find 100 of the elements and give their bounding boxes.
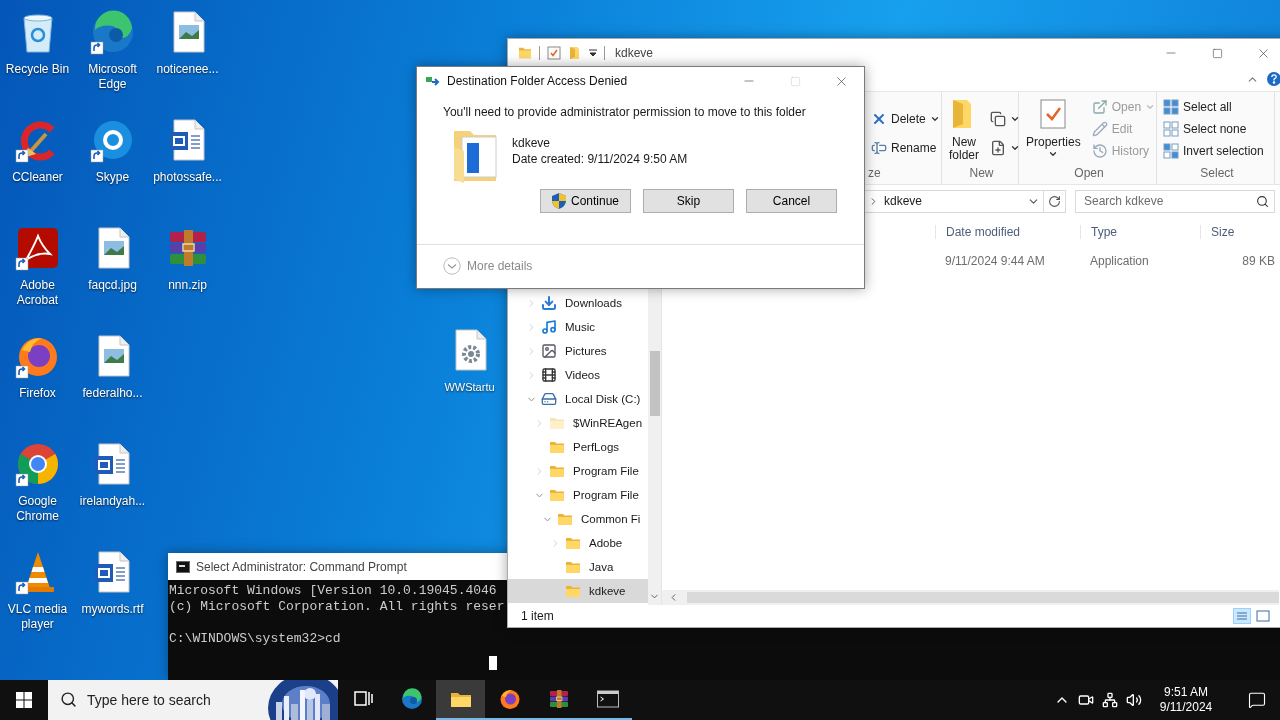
search-icon bbox=[1256, 194, 1269, 208]
column-header[interactable]: Type bbox=[1080, 225, 1200, 239]
group-label: ze bbox=[867, 165, 882, 182]
desktop-icon-label[interactable]: WWStartu bbox=[444, 380, 495, 395]
dialog-button[interactable]: Continue bbox=[540, 189, 631, 213]
ribbon-button[interactable]: Select none bbox=[1161, 118, 1266, 140]
tree-item[interactable]: Common Fi bbox=[508, 507, 648, 531]
rename-icon bbox=[871, 140, 887, 156]
ribbon-button[interactable]: Rename bbox=[869, 137, 942, 159]
image-icon bbox=[541, 343, 557, 359]
refresh-button[interactable] bbox=[1044, 189, 1066, 213]
tree-item[interactable]: kdkeve bbox=[508, 579, 648, 603]
table-cell-text: Application bbox=[1089, 254, 1150, 268]
group-label: Open bbox=[1073, 165, 1105, 182]
clock[interactable]: 9:51 AM 9/11/2024 bbox=[1150, 685, 1222, 715]
ribbon-button[interactable]: New folder bbox=[946, 96, 982, 164]
dialog-button[interactable]: Cancel bbox=[746, 189, 837, 213]
desktop-icon-label[interactable]: CCleaner bbox=[0, 170, 75, 185]
group-label: Select bbox=[1199, 165, 1235, 182]
tree-item[interactable]: Program File bbox=[508, 483, 648, 507]
scrollbar[interactable] bbox=[662, 590, 1279, 605]
tree-item[interactable]: Downloads bbox=[508, 291, 648, 315]
desktop-icon-label[interactable]: irelandyah... bbox=[75, 494, 150, 509]
folder-icon bbox=[557, 511, 573, 527]
help-icon[interactable] bbox=[1267, 72, 1280, 86]
table-cell-text: 89 KB bbox=[1241, 254, 1276, 268]
search-field[interactable]: Type here to search bbox=[48, 680, 262, 720]
console-text: Microsoft Windows [Version 10.0.19045.4046 bbox=[169, 583, 497, 599]
column-header[interactable]: Date modified bbox=[935, 225, 1080, 239]
group-label: New bbox=[968, 165, 995, 182]
search-icon bbox=[60, 691, 77, 708]
desktop-icon-label[interactable]: mywords.rtf bbox=[75, 602, 150, 617]
desktop-icon-label[interactable]: noticenee... bbox=[150, 62, 225, 77]
item-detail: Date created: 9/11/2024 9:50 AM bbox=[512, 151, 688, 166]
windows-logo-icon bbox=[16, 692, 32, 708]
scrollbar-thumb[interactable] bbox=[649, 351, 660, 416]
desktop-icon-label[interactable]: nnn.zip bbox=[150, 278, 225, 293]
desktop-icon-label[interactable]: Google Chrome bbox=[0, 494, 75, 524]
dropdown-arrow-icon[interactable] bbox=[589, 49, 597, 57]
maximize-icon bbox=[1211, 47, 1223, 59]
grid-icon bbox=[1163, 143, 1179, 159]
tree-item[interactable]: Adobe bbox=[508, 531, 648, 555]
properties-icon[interactable] bbox=[547, 46, 561, 60]
address-bar[interactable]: kdkeve bbox=[864, 189, 1044, 213]
volume-icon[interactable] bbox=[1126, 692, 1142, 708]
dialog-button[interactable]: Skip bbox=[643, 189, 734, 213]
desktop-icon-label[interactable]: VLC media player bbox=[0, 602, 75, 632]
desktop-icon-label[interactable]: Adobe Acrobat bbox=[0, 278, 75, 308]
ribbon-button[interactable]: Delete bbox=[869, 108, 942, 130]
terminal-icon bbox=[176, 560, 190, 573]
ribbon-button[interactable]: Properties bbox=[1023, 96, 1084, 164]
close-icon bbox=[871, 111, 887, 127]
grid-icon bbox=[1163, 121, 1179, 137]
music-note-icon bbox=[541, 319, 557, 335]
download-icon bbox=[541, 295, 557, 311]
shield-icon bbox=[551, 193, 566, 209]
pencil-icon bbox=[1091, 121, 1108, 137]
terminal-icon[interactable] bbox=[595, 687, 620, 711]
tree-item[interactable]: Pictures bbox=[508, 339, 648, 363]
ribbon-button[interactable]: Invert selection bbox=[1161, 140, 1266, 162]
desktop-icon-label[interactable]: faqcd.jpg bbox=[75, 278, 150, 293]
desktop-icon-label[interactable]: federalho... bbox=[75, 386, 150, 401]
item-name: kdkeve bbox=[512, 135, 552, 150]
console-prompt: C:\WINDOWS\system32>cd bbox=[169, 631, 341, 647]
tree-item[interactable]: $WinREAgen bbox=[508, 411, 648, 435]
tree-item[interactable]: Videos bbox=[508, 363, 648, 387]
folder-icon bbox=[549, 463, 565, 479]
search-field[interactable]: Search kdkeve bbox=[1075, 189, 1275, 213]
tree-item[interactable]: Java bbox=[508, 555, 648, 579]
new-file-icon bbox=[990, 140, 1006, 156]
tree-item[interactable]: Music bbox=[508, 315, 648, 339]
folder-icon bbox=[565, 583, 581, 599]
dialog-message: You'll need to provide administrator permission to move to this folder bbox=[443, 105, 807, 119]
tree-item[interactable]: Program File bbox=[508, 459, 648, 483]
copy-icon bbox=[990, 111, 1006, 127]
message-icon bbox=[1248, 691, 1266, 709]
folder-icon bbox=[549, 439, 565, 455]
taskbar-button[interactable] bbox=[436, 680, 485, 720]
window-title: Destination Folder Access Denied bbox=[447, 74, 628, 88]
desktop-icon-label[interactable]: Microsoft Edge bbox=[75, 62, 150, 92]
ribbon-button[interactable]: Select all bbox=[1161, 96, 1266, 118]
camera-icon[interactable] bbox=[1078, 692, 1094, 708]
console-text: (c) Microsoft Corporation. All rights reser bbox=[169, 599, 505, 615]
grid-icon bbox=[1163, 99, 1179, 115]
desktop-icon-label[interactable]: photossafe... bbox=[150, 170, 225, 185]
network-icon[interactable] bbox=[1102, 692, 1118, 708]
desktop-icon-label[interactable]: Recycle Bin bbox=[0, 62, 75, 77]
desktop-icon-label[interactable]: Skype bbox=[75, 170, 150, 185]
folder-icon bbox=[549, 487, 565, 503]
column-header[interactable]: Size bbox=[1200, 225, 1280, 239]
open-icon bbox=[1091, 99, 1108, 115]
tree-item[interactable]: Local Disk (C:) bbox=[508, 387, 648, 411]
more-details-link[interactable]: More details bbox=[467, 259, 533, 273]
properties-icon bbox=[1038, 98, 1069, 130]
folder-icon bbox=[565, 535, 581, 551]
browser-icon[interactable] bbox=[399, 687, 424, 711]
refresh-icon bbox=[1048, 194, 1061, 208]
tree-item[interactable]: PerfLogs bbox=[508, 435, 648, 459]
film-icon bbox=[541, 367, 557, 383]
desktop-icon-label[interactable]: Firefox bbox=[0, 386, 75, 401]
